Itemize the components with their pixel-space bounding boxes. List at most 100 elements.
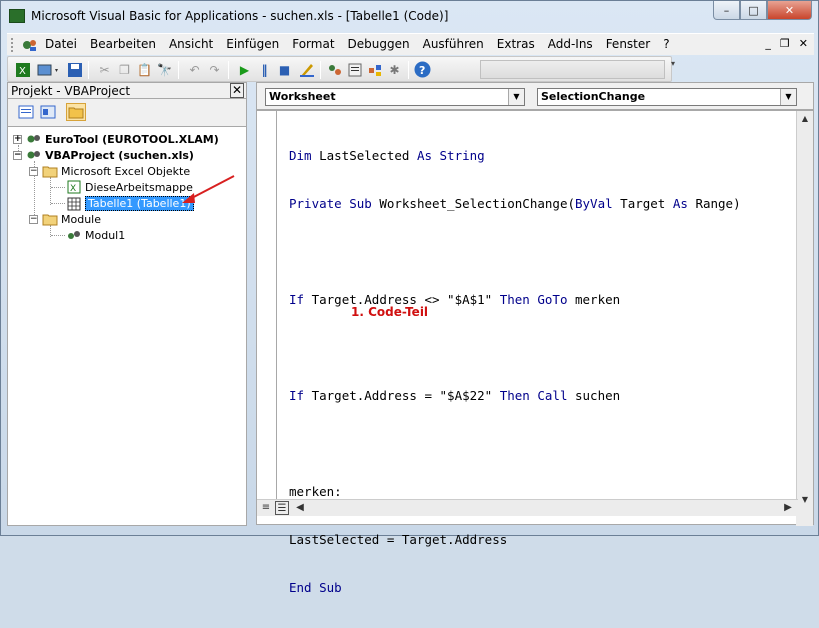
cut-icon[interactable]: ✂ — [96, 61, 113, 78]
svg-text:X: X — [70, 184, 76, 194]
view-object-icon[interactable] — [38, 103, 58, 121]
menu-help[interactable]: ? — [663, 37, 669, 51]
properties-icon[interactable] — [346, 61, 363, 78]
maximize-button[interactable]: □ — [740, 1, 767, 20]
toggle-folders-icon[interactable] — [66, 103, 86, 121]
vba-editor-window: Microsoft Visual Basic for Applications … — [0, 0, 819, 595]
menu-addins[interactable]: Add-Ins — [548, 37, 593, 51]
tree-node-module[interactable]: − Module — [29, 212, 101, 226]
collapse-icon[interactable]: − — [13, 150, 22, 160]
tree-label: Microsoft Excel Objekte — [61, 164, 191, 178]
insert-module-icon[interactable] — [36, 61, 62, 78]
view-code-icon[interactable] — [16, 103, 36, 121]
scroll-down-icon[interactable]: ▼ — [797, 492, 813, 508]
design-mode-icon[interactable] — [298, 61, 315, 78]
reset-icon[interactable]: ■ — [276, 61, 293, 78]
folder-icon — [42, 166, 58, 178]
code-text[interactable]: Dim LastSelected As String Private Sub W… — [289, 116, 741, 628]
menu-einfuegen[interactable]: Einfügen — [226, 37, 279, 51]
cursor-position-box — [480, 60, 665, 79]
break-icon[interactable]: ‖ — [256, 61, 273, 78]
save-icon[interactable] — [66, 61, 83, 78]
object-combo[interactable]: Worksheet ▼ — [265, 88, 525, 106]
worksheet-icon — [67, 197, 81, 210]
object-browser-icon[interactable] — [366, 61, 383, 78]
tree-node-eurotool[interactable]: + EuroTool (EUROTOOL.XLAM) — [13, 132, 219, 146]
svg-text:X: X — [19, 66, 26, 77]
tree-label: Module — [61, 212, 101, 226]
window-title: Microsoft Visual Basic for Applications … — [31, 9, 449, 23]
project-pane-close-button[interactable]: ✕ — [230, 83, 244, 98]
project-explorer-icon[interactable] — [326, 61, 343, 78]
menu-datei[interactable]: Datei — [45, 37, 77, 51]
horizontal-scrollbar[interactable]: ≡ ☰ ◀ ▶ — [257, 499, 798, 516]
toolbox-icon[interactable]: ✱ — [386, 61, 403, 78]
tree-label: VBAProject (suchen.xls) — [45, 148, 194, 162]
menu-bearbeiten[interactable]: Bearbeiten — [90, 37, 156, 51]
run-icon[interactable]: ▶ — [236, 61, 253, 78]
tree-node-vbaproject[interactable]: − VBAProject (suchen.xls) — [13, 148, 194, 162]
chevron-down-icon[interactable]: ▼ — [780, 89, 796, 105]
minimize-button[interactable]: – — [713, 1, 740, 20]
collapse-icon[interactable]: − — [29, 166, 38, 176]
full-module-view-icon[interactable]: ☰ — [275, 501, 289, 515]
menu-fenster[interactable]: Fenster — [606, 37, 651, 51]
copy-icon[interactable]: ❐ — [116, 61, 133, 78]
red-arrow-annotation — [182, 175, 235, 203]
code-annotation: 1. Code-Teil — [351, 305, 429, 319]
procedure-view-icon[interactable]: ≡ — [259, 501, 273, 515]
code-line: Private Sub Worksheet_SelectionChange(By… — [289, 196, 741, 211]
workbook-icon: X — [67, 180, 81, 194]
mdi-minimize-button[interactable]: _ — [765, 37, 771, 50]
code-editor[interactable]: Dim LastSelected As String Private Sub W… — [256, 110, 814, 595]
scroll-left-icon[interactable]: ◀ — [293, 501, 307, 515]
tree-node-tabelle1[interactable]: Tabelle1 (Tabelle1) — [66, 196, 194, 211]
menu-extras[interactable]: Extras — [497, 37, 535, 51]
scroll-right-icon[interactable]: ▶ — [781, 501, 795, 515]
menu-format[interactable]: Format — [292, 37, 334, 51]
menu-bar: Datei Bearbeiten Ansicht Einfügen Format… — [7, 33, 814, 55]
tree-node-modul1[interactable]: Modul1 — [66, 228, 125, 242]
tree-node-diesearbeitsmappe[interactable]: X DieseArbeitsmappe — [66, 180, 193, 194]
standard-toolbar: X ✂ ❐ 📋 🔭 ↶ ↷ ▶ ‖ ■ ✱ ? ▾ — [7, 56, 675, 82]
menu-ausfuehren[interactable]: Ausführen — [423, 37, 484, 51]
toolbar-grip[interactable] — [11, 38, 14, 52]
mdi-close-button[interactable]: ✕ — [799, 37, 808, 50]
tree-label: DieseArbeitsmappe — [85, 180, 193, 194]
scroll-up-icon[interactable]: ▲ — [797, 111, 813, 127]
code-margin[interactable] — [257, 111, 277, 499]
code-line: merken: — [289, 484, 342, 499]
undo-icon[interactable]: ↶ — [186, 61, 203, 78]
procedure-combo[interactable]: SelectionChange ▼ — [537, 88, 797, 106]
object-combo-value: Worksheet — [269, 90, 336, 103]
find-icon[interactable]: 🔭 — [156, 61, 173, 78]
help-icon[interactable]: ? — [414, 61, 431, 78]
vba-app-icon — [9, 9, 25, 23]
vertical-scrollbar[interactable]: ▲ ▼ — [796, 111, 813, 509]
caption-buttons: – □ ✕ — [713, 1, 812, 20]
folder-icon — [42, 214, 58, 226]
project-pane-title-bar: Projekt - VBAProject ✕ — [7, 82, 247, 99]
menu-ansicht[interactable]: Ansicht — [169, 37, 213, 51]
excel-icon[interactable]: X — [14, 61, 31, 78]
vba-project-icon — [27, 135, 40, 143]
tree-label: Modul1 — [85, 228, 126, 242]
vba-menu-icon[interactable] — [21, 37, 39, 53]
module-icon — [68, 231, 80, 239]
menu-debuggen[interactable]: Debuggen — [348, 37, 410, 51]
close-button[interactable]: ✕ — [767, 1, 812, 20]
collapse-icon[interactable]: − — [29, 214, 38, 224]
code-line: Dim LastSelected As String — [289, 148, 485, 163]
tree-node-excel-objects[interactable]: − Microsoft Excel Objekte — [29, 164, 190, 178]
redo-icon[interactable]: ↷ — [206, 61, 223, 78]
chevron-down-icon[interactable]: ▼ — [508, 89, 524, 105]
vba-project-icon — [27, 151, 40, 159]
mdi-restore-button[interactable]: ❐ — [780, 37, 790, 50]
project-pane-title: Projekt - VBAProject — [11, 84, 131, 98]
expand-icon[interactable]: + — [13, 134, 22, 144]
toolbar-options-icon[interactable]: ▾ — [671, 59, 679, 81]
paste-icon[interactable]: 📋 — [136, 61, 153, 78]
menu-items: Datei Bearbeiten Ansicht Einfügen Format… — [45, 37, 683, 51]
